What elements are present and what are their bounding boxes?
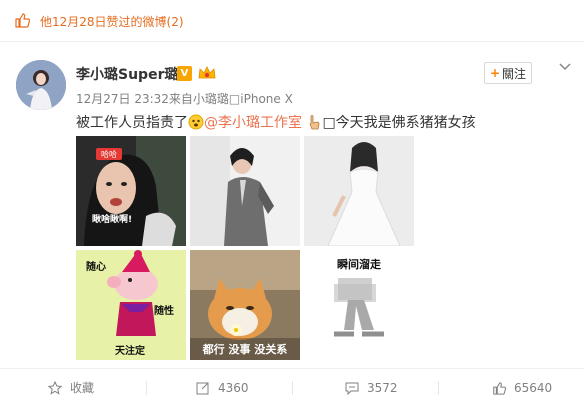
divider (292, 381, 293, 395)
image-tile-cat[interactable]: 都行 没事 没关系 (190, 250, 300, 360)
image-grid: 哈哈 瞅啥瞅啊! 随心 随性 天注定 都行 没事 没关系 瞬间溜走 (76, 136, 414, 360)
post-text-before: 被工作人员指责了 (76, 115, 188, 131)
liked-notice-bar[interactable]: 他12月28日赞过的微博(2) (0, 0, 584, 42)
username[interactable]: 李小璐Super璐 (76, 64, 178, 84)
thumbs-up-icon (15, 13, 30, 28)
weibo-post-card: 李小璐Super璐 V + 關注 12月27日 23:32来自小璐璐□iPhon… (0, 42, 584, 405)
pointing-hand-icon (309, 115, 320, 130)
image-caption-top: 随心 (86, 260, 106, 273)
image-tile-peppa[interactable]: 随心 随性 天注定 (76, 250, 186, 360)
verified-badge-icon: V (177, 66, 192, 81)
post-text-after: □今天我是佛系猪猪女孩 (322, 115, 476, 131)
repost-button[interactable]: 4360 (196, 369, 249, 405)
thumbs-up-icon (493, 381, 506, 395)
chevron-down-icon[interactable] (558, 62, 572, 72)
image-caption: 瞬间溜走 (337, 257, 381, 271)
image-caption-mid: 随性 (154, 304, 174, 317)
like-count: 65640 (514, 380, 553, 395)
avatar[interactable] (16, 60, 66, 110)
post-meta[interactable]: 12月27日 23:32来自小璐璐□iPhone X (76, 90, 293, 107)
favorite-button[interactable]: 收藏 (48, 369, 94, 405)
repost-icon (196, 382, 209, 394)
action-bar: 收藏 4360 3572 65640 (0, 368, 584, 405)
vip-crown-icon (198, 66, 216, 79)
like-button[interactable]: 65640 (492, 369, 552, 405)
comment-icon (345, 382, 359, 395)
comment-count: 3572 (367, 380, 398, 395)
image-tag-text: 哈哈 (101, 149, 117, 159)
divider (146, 381, 147, 395)
follow-button[interactable]: + 關注 (484, 62, 532, 84)
image-caption: 都行 没事 没关系 (202, 342, 288, 356)
image-tile-blur-run[interactable]: 瞬间溜走 (304, 250, 414, 360)
image-caption-bottom: 天注定 (115, 344, 145, 357)
post-text: 被工作人员指责了 @李小璐工作室 □今天我是佛系猪猪女孩 (76, 112, 476, 132)
image-tile-meme-girl[interactable]: 哈哈 瞅啥瞅啊! (76, 136, 186, 246)
image-tile-gray-suit[interactable] (190, 136, 300, 246)
image-tile-white-dress[interactable] (304, 136, 414, 246)
star-icon (48, 380, 62, 395)
plus-icon: + (489, 66, 501, 80)
comment-button[interactable]: 3572 (345, 369, 398, 405)
emoji-icon (188, 114, 204, 130)
follow-label: 關注 (502, 66, 527, 81)
mention-link[interactable]: @李小璐工作室 (204, 115, 302, 131)
repost-count: 4360 (218, 380, 249, 395)
image-caption: 瞅啥瞅啊! (92, 213, 132, 225)
favorite-label: 收藏 (70, 381, 95, 395)
divider (438, 381, 439, 395)
liked-notice-text: 他12月28日赞过的微博(2) (40, 15, 184, 29)
